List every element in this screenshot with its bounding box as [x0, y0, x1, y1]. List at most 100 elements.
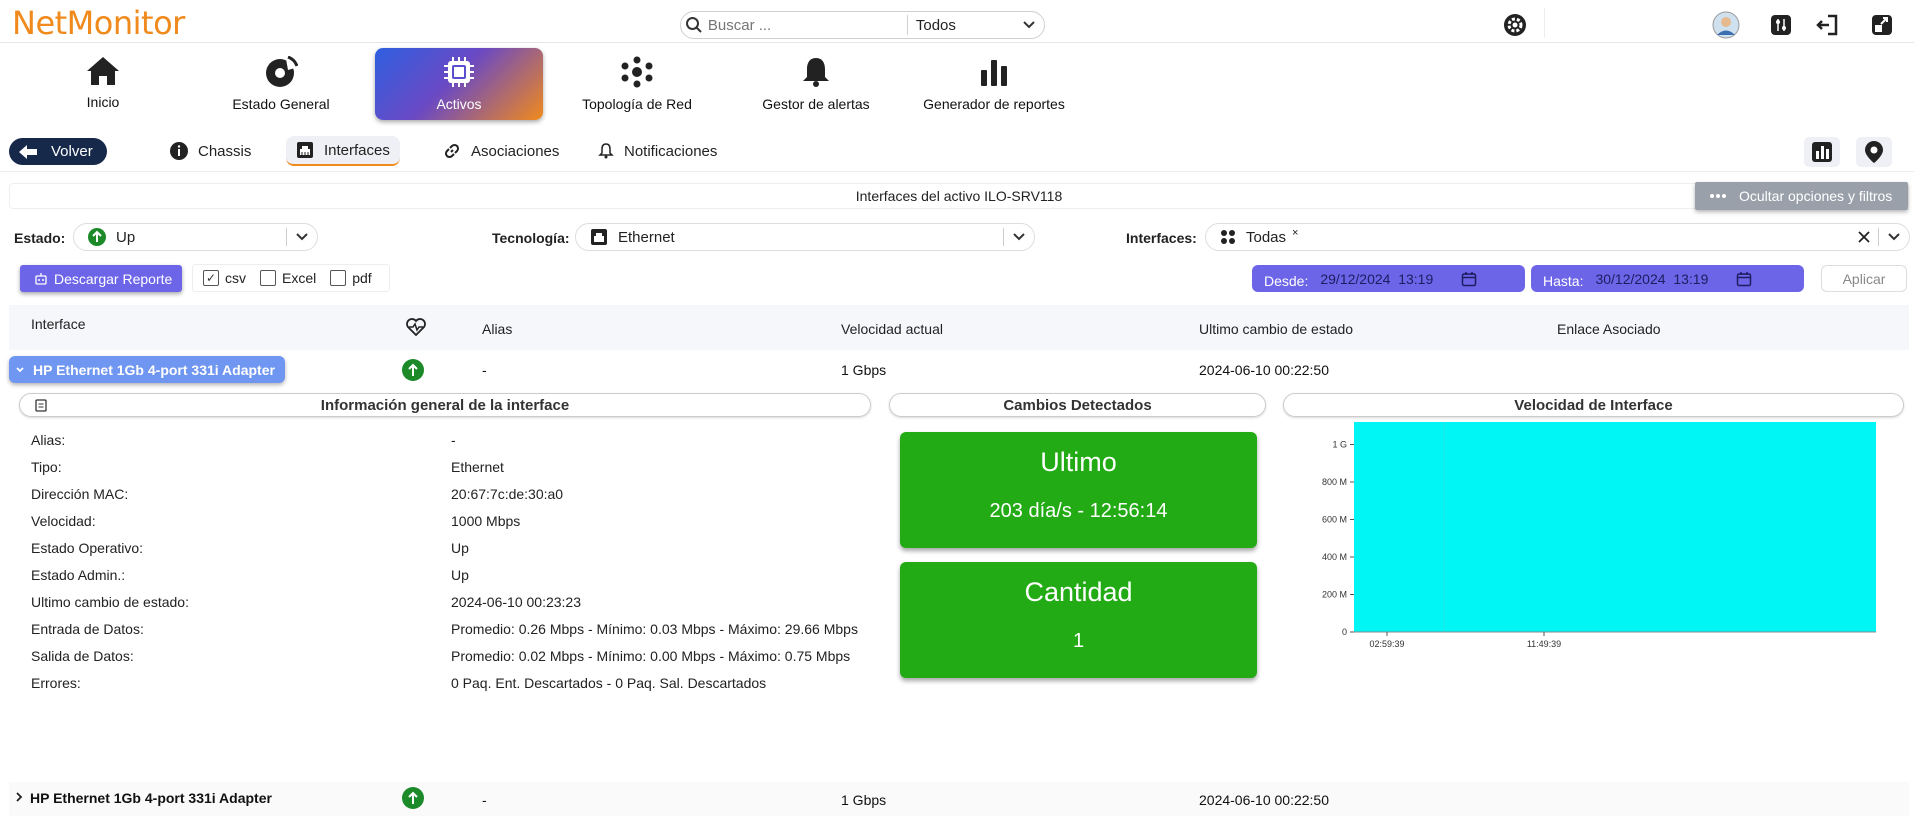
- col-last-change[interactable]: Ultimo cambio de estado: [1199, 321, 1353, 337]
- nav-item-estado-general[interactable]: Estado General: [197, 48, 365, 120]
- ethernet-icon: [296, 141, 314, 159]
- info-row: Dirección MAC: 20:67:7c:de:30:a0: [31, 486, 881, 513]
- window-switch-icon[interactable]: [1868, 11, 1896, 39]
- search-icon[interactable]: [681, 16, 708, 34]
- speed-panel-header: Velocidad de Interface: [1283, 393, 1904, 417]
- col-link[interactable]: Enlace Asociado: [1557, 321, 1661, 337]
- app-logo[interactable]: NetMonitor: [12, 4, 185, 42]
- filter-row: Estado: Up Tecnología: Ethernet Interfac…: [0, 220, 1914, 254]
- speed-area: [1354, 422, 1876, 632]
- calendar-icon[interactable]: [1736, 271, 1752, 287]
- toggle-filters-button[interactable]: Ocultar opciones y filtros: [1695, 182, 1908, 210]
- format-excel-checkbox[interactable]: Excel: [260, 270, 316, 286]
- date-from-field[interactable]: Desde: 29/12/2024 13:19: [1252, 265, 1525, 292]
- format-label: Excel: [282, 270, 317, 286]
- format-label: csv: [225, 270, 246, 286]
- interface-name[interactable]: HP Ethernet 1Gb 4-port 331i Adapter: [30, 790, 272, 806]
- estado-select[interactable]: Up: [73, 223, 318, 251]
- calendar-icon[interactable]: [1461, 271, 1477, 287]
- main-nav: Inicio Estado General Activos Topología …: [0, 44, 1914, 124]
- select-controls: [1003, 228, 1026, 246]
- format-pdf-checkbox[interactable]: pdf: [330, 270, 372, 286]
- format-csv-checkbox[interactable]: ✓ csv: [203, 270, 246, 286]
- nav-item-alertas[interactable]: Gestor de alertas: [732, 48, 900, 120]
- divider: [1878, 228, 1879, 246]
- date-from-value-wrap: 29/12/2024 13:19: [1320, 271, 1477, 287]
- page-title: Interfaces del activo ILO-SRV118: [9, 183, 1909, 209]
- info-key: Errores:: [31, 675, 81, 691]
- chevron-right-icon[interactable]: [15, 792, 23, 802]
- search-input[interactable]: [707, 12, 907, 38]
- nav-item-reportes[interactable]: Generador de reportes: [910, 48, 1078, 120]
- tab-notificaciones[interactable]: Notificaciones: [598, 136, 717, 166]
- tab-interfaces[interactable]: Interfaces: [286, 136, 400, 166]
- col-speed[interactable]: Velocidad actual: [841, 321, 943, 337]
- nav-item-topologia[interactable]: Topología de Red: [553, 48, 721, 120]
- last-change-card-value: 203 día/s - 12:56:14: [989, 500, 1168, 522]
- table-header: Interface Alias Velocidad actual Ultimo …: [9, 305, 1909, 350]
- date-from-value: 29/12/2024 13:19: [1320, 270, 1434, 287]
- table-row[interactable]: HP Ethernet 1Gb 4-port 331i Adapter - 1 …: [9, 782, 1909, 816]
- info-key: Dirección MAC:: [31, 486, 129, 502]
- nav-item-inicio[interactable]: Inicio: [19, 48, 187, 120]
- nav-item-label: Estado General: [232, 96, 330, 112]
- interfaces-select[interactable]: Todas ×: [1205, 223, 1910, 251]
- toggle-filters-label: Ocultar opciones y filtros: [1739, 188, 1893, 204]
- info-row: Errores: 0 Paq. Ent. Descartados - 0 Paq.…: [31, 675, 881, 702]
- apply-button[interactable]: Aplicar: [1821, 265, 1907, 292]
- download-report-button[interactable]: Descargar Reporte: [20, 265, 182, 292]
- search-scope-select[interactable]: Todos: [906, 15, 1044, 35]
- interface-name-chip[interactable]: HP Ethernet 1Gb 4-port 331i Adapter: [9, 356, 285, 383]
- grid-icon: [1220, 229, 1236, 245]
- logout-icon[interactable]: [1813, 11, 1841, 39]
- info-value: 0 Paq. Ent. Descartados - 0 Paq. Sal. De…: [451, 675, 767, 691]
- speed-chart: 0 200 M 400 M 600 M 800 M 1 G 02:59:39 11:49:39: [1290, 420, 1890, 705]
- back-button[interactable]: Volver: [9, 138, 107, 165]
- alias-value: -: [482, 362, 487, 378]
- estado-value: Up: [116, 228, 136, 246]
- change-count-card-title: Cantidad: [1024, 577, 1133, 607]
- tab-asociaciones[interactable]: Asociaciones: [443, 136, 559, 166]
- bell-outline-icon: [598, 143, 614, 159]
- nav-item-label: Gestor de alertas: [762, 96, 870, 112]
- divider: [286, 228, 287, 246]
- ethernet-icon: [590, 228, 608, 246]
- col-interface[interactable]: Interface: [31, 316, 85, 332]
- y-tick-label: 400 M: [1322, 552, 1347, 562]
- location-button[interactable]: [1856, 137, 1892, 167]
- chip-remove-button[interactable]: ×: [1292, 227, 1298, 239]
- date-to-value-wrap: 30/12/2024 13:19: [1595, 271, 1752, 287]
- x-tick-label: 02:59:39: [1369, 639, 1404, 649]
- report-actions: Descargar Reporte ✓ csv Excel pdf Desde: …: [0, 262, 1914, 296]
- nav-item-activos[interactable]: Activos: [375, 48, 543, 120]
- estado-label: Estado:: [14, 230, 66, 246]
- info-key: Ultimo cambio de estado:: [31, 594, 189, 610]
- sub-nav: Volver Chassis Interfaces Asociaciones N…: [0, 132, 1914, 172]
- info-value: -: [451, 432, 456, 448]
- last-change-value: 2024-06-10 00:22:50: [1199, 792, 1329, 808]
- change-count-card: Cantidad 1: [900, 562, 1257, 678]
- tab-chassis[interactable]: Chassis: [170, 136, 251, 166]
- tecnologia-select[interactable]: Ethernet: [575, 223, 1035, 251]
- clear-icon[interactable]: [1858, 231, 1870, 243]
- date-to-field[interactable]: Hasta: 30/12/2024 13:19: [1531, 265, 1804, 292]
- speed-value: 1 Gbps: [841, 792, 887, 808]
- stats-view-button[interactable]: [1804, 137, 1840, 167]
- table-row[interactable]: HP Ethernet 1Gb 4-port 331i Adapter - 1 …: [9, 353, 1909, 387]
- info-key: Entrada de Datos:: [31, 621, 144, 637]
- health-icon[interactable]: [406, 318, 426, 336]
- info-row: Alias: -: [31, 432, 881, 459]
- adjustments-icon[interactable]: [1767, 11, 1795, 39]
- divider: [1544, 8, 1545, 38]
- info-key: Velocidad:: [31, 513, 96, 529]
- date-from-label: Desde:: [1264, 272, 1309, 289]
- settings-gear-icon[interactable]: [1501, 11, 1529, 39]
- tab-label: Notificaciones: [624, 142, 718, 160]
- user-avatar[interactable]: [1712, 11, 1740, 39]
- bell-icon: [799, 56, 833, 96]
- info-value: 20:67:7c:de:30:a0: [451, 486, 564, 502]
- col-alias[interactable]: Alias: [482, 321, 512, 337]
- info-key: Estado Operativo:: [31, 540, 144, 556]
- info-row: Salida de Datos: Promedio: 0.02 Mbps - Mí…: [31, 648, 881, 675]
- tab-label: Chassis: [198, 142, 252, 160]
